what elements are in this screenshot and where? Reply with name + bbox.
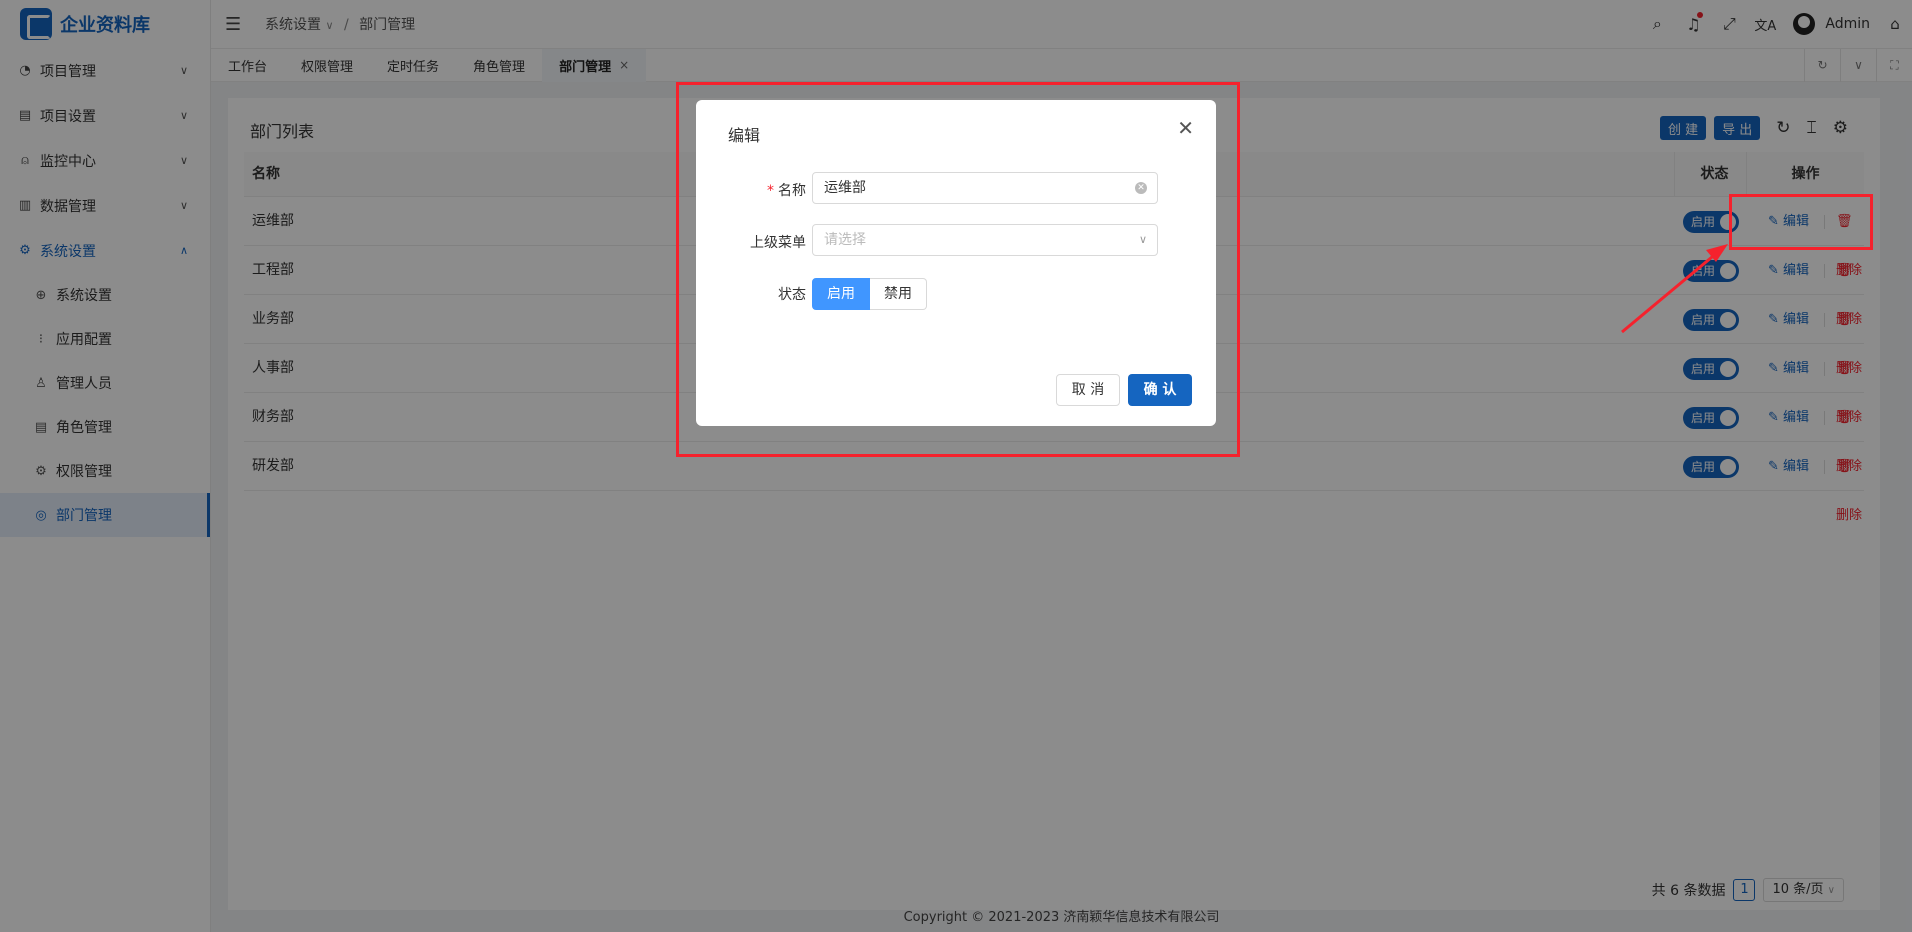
annotation-arrow: [1621, 244, 1728, 334]
annotation-arrow-line: [1621, 250, 1719, 334]
